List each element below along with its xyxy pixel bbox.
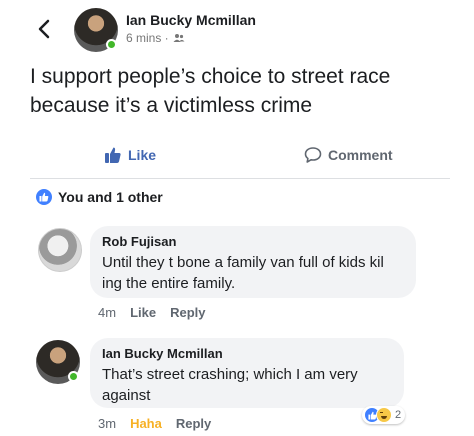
author-name[interactable]: Ian Bucky Mcmillan [126, 12, 256, 28]
comment-bubble: Ian Bucky Mcmillan That’s street crashin… [90, 338, 404, 408]
reactions-summary[interactable]: You and 1 other [36, 189, 163, 205]
comment-time[interactable]: 3m [98, 416, 116, 431]
like-reaction-icon [36, 189, 52, 205]
comment-like-link[interactable]: Like [130, 305, 156, 320]
post-time[interactable]: 6 mins · [126, 31, 169, 45]
online-status-dot [68, 371, 79, 382]
reaction-count: 2 [395, 409, 402, 421]
comment-reply-link[interactable]: Reply [176, 416, 211, 431]
thumbs-up-icon [105, 147, 121, 163]
comment-bubble: Rob Fujisan Until they t bone a family v… [90, 226, 416, 298]
comment-actions: 4m Like Reply [98, 305, 205, 320]
comment-button-label: Comment [328, 147, 393, 163]
friends-icon [173, 34, 185, 42]
actions-divider [30, 178, 450, 179]
comment-actions: 3m Haha Reply [98, 416, 211, 431]
comment-button[interactable]: Comment [304, 146, 393, 164]
comment-icon [304, 147, 322, 163]
comment-text: Until they t bone a family van full of k… [102, 254, 384, 292]
post-text: I support people’s choice to street race… [30, 65, 391, 117]
online-status-dot [106, 39, 117, 50]
comment-text: That’s street crashing; which I am very … [102, 366, 358, 404]
commenter-avatar[interactable] [38, 228, 82, 272]
comment-reply-link[interactable]: Reply [170, 305, 205, 320]
commenter-name[interactable]: Ian Bucky Mcmillan [102, 346, 392, 361]
post-meta: 6 mins · [126, 31, 185, 45]
commenter-name[interactable]: Rob Fujisan [102, 234, 404, 249]
comment-haha-link[interactable]: Haha [130, 416, 162, 431]
like-button[interactable]: Like [104, 146, 156, 164]
comment-reactions[interactable]: 2 [362, 406, 406, 424]
haha-reaction-icon [376, 407, 392, 423]
back-arrow-icon[interactable] [36, 18, 52, 40]
like-button-label: Like [128, 147, 157, 163]
post-actions-bar: Like Comment [0, 140, 474, 172]
post-header: Ian Bucky Mcmillan 6 mins · [0, 6, 474, 56]
comment-time[interactable]: 4m [98, 305, 116, 320]
reactions-summary-text: You and 1 other [58, 189, 163, 205]
